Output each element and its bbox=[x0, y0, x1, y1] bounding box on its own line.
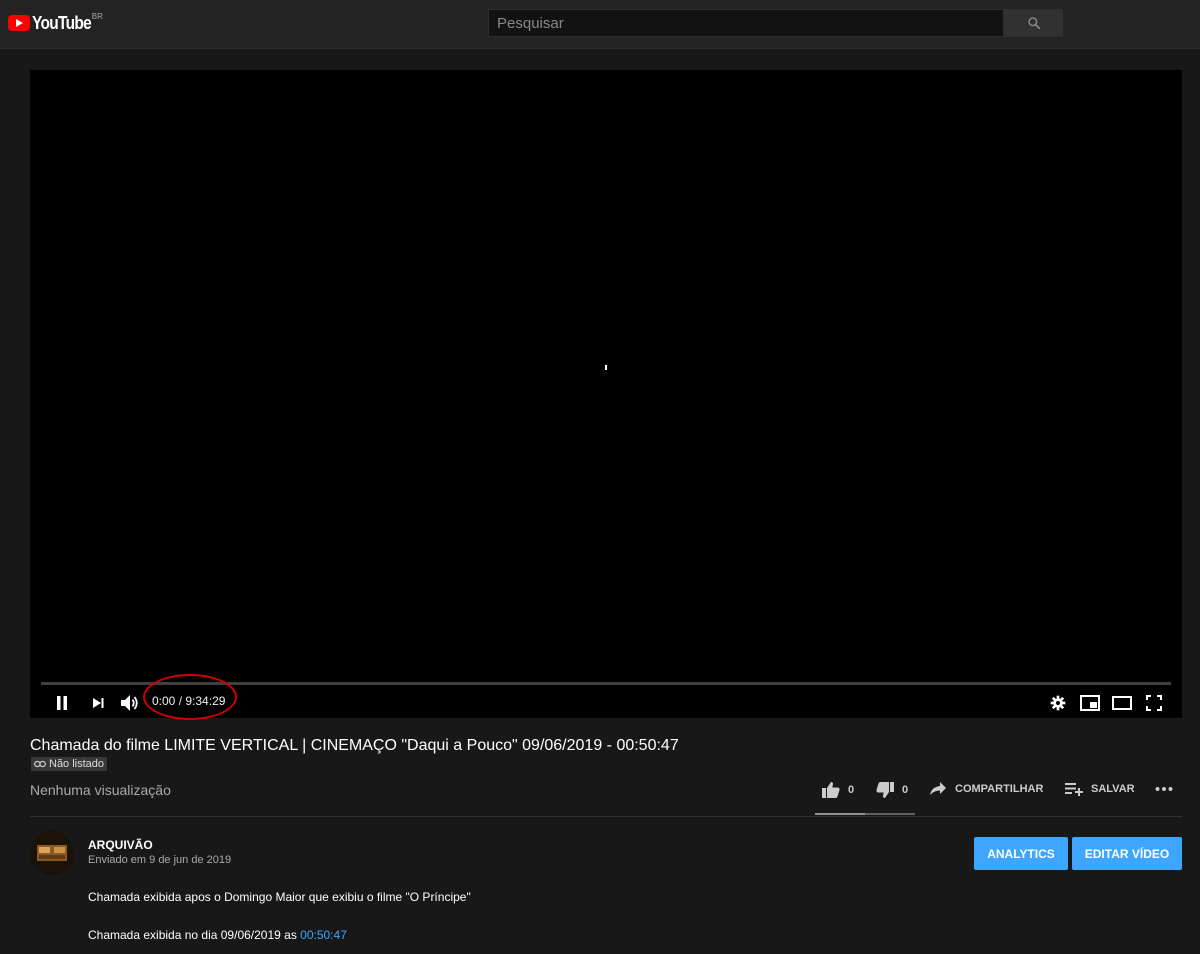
dislike-button[interactable]: 0 bbox=[876, 782, 908, 798]
next-button[interactable] bbox=[87, 692, 109, 714]
section-divider bbox=[30, 816, 1182, 817]
annotation-circle bbox=[143, 674, 237, 720]
mute-button[interactable] bbox=[119, 692, 141, 714]
description-line-2: Chamada exibida no dia 09/06/2019 as 00:… bbox=[88, 928, 347, 942]
channel-avatar[interactable] bbox=[30, 831, 74, 875]
view-count: Nenhuma visualização bbox=[30, 782, 171, 798]
search-icon bbox=[1027, 17, 1040, 30]
player-controls: 0:00 / 9:34:29 bbox=[30, 674, 1182, 720]
avatar-image bbox=[30, 831, 74, 875]
playlist-add-icon bbox=[1065, 783, 1083, 796]
privacy-badge: Não listado bbox=[31, 757, 108, 771]
like-button[interactable]: 0 bbox=[822, 782, 854, 798]
fullscreen-button[interactable] bbox=[1143, 692, 1165, 714]
theater-mode-icon bbox=[1112, 696, 1132, 710]
loading-indicator bbox=[605, 365, 607, 370]
volume-icon bbox=[121, 695, 138, 711]
edit-video-button[interactable]: EDITAR VÍDEO bbox=[1072, 837, 1182, 870]
logo-wordmark: YouTube bbox=[32, 13, 92, 33]
timestamp-link[interactable]: 00:50:47 bbox=[300, 928, 347, 942]
privacy-label: Não listado bbox=[49, 758, 105, 770]
search-input[interactable] bbox=[488, 9, 1004, 37]
analytics-button[interactable]: ANALYTICS bbox=[974, 837, 1068, 870]
description-line-1: Chamada exibida apos o Domingo Maior que… bbox=[88, 890, 471, 904]
save-button[interactable]: SALVAR bbox=[1065, 782, 1135, 796]
pause-icon bbox=[57, 696, 67, 710]
skip-next-icon bbox=[93, 698, 104, 708]
gear-icon bbox=[1050, 695, 1066, 711]
play-logo-icon bbox=[8, 15, 30, 31]
fullscreen-icon bbox=[1146, 695, 1162, 711]
like-ratio-fill bbox=[815, 813, 865, 815]
channel-name[interactable]: ARQUIVÃO bbox=[88, 838, 153, 852]
save-label: SALVAR bbox=[1091, 783, 1135, 795]
share-icon bbox=[930, 782, 946, 795]
logo-region: BR bbox=[91, 12, 103, 21]
youtube-logo[interactable]: YouTube BR bbox=[8, 12, 103, 34]
theater-mode-button[interactable] bbox=[1111, 692, 1133, 714]
thumbs-up-icon bbox=[822, 782, 840, 798]
share-label: COMPARTILHAR bbox=[955, 783, 1044, 795]
publish-date: Enviado em 9 de jun de 2019 bbox=[88, 854, 232, 866]
video-title: Chamada do filme LIMITE VERTICAL | CINEM… bbox=[30, 737, 679, 754]
like-count: 0 bbox=[848, 784, 855, 796]
pause-button[interactable] bbox=[51, 692, 73, 714]
share-button[interactable]: COMPARTILHAR bbox=[930, 782, 1043, 796]
like-ratio-bar bbox=[815, 813, 915, 815]
search-button[interactable] bbox=[1004, 9, 1063, 37]
miniplayer-icon bbox=[1080, 695, 1100, 711]
video-player[interactable]: 0:00 / 9:34:29 bbox=[30, 70, 1182, 720]
thumbs-down-icon bbox=[876, 782, 894, 798]
more-actions-button[interactable] bbox=[1155, 786, 1173, 792]
masthead: YouTube BR bbox=[0, 0, 1200, 49]
more-horizontal-icon bbox=[1155, 787, 1173, 791]
link-icon bbox=[34, 760, 46, 768]
description-text: Chamada exibida no dia 09/06/2019 as bbox=[88, 928, 301, 942]
miniplayer-button[interactable] bbox=[1079, 692, 1101, 714]
dislike-count: 0 bbox=[902, 784, 909, 796]
settings-button[interactable] bbox=[1047, 692, 1069, 714]
